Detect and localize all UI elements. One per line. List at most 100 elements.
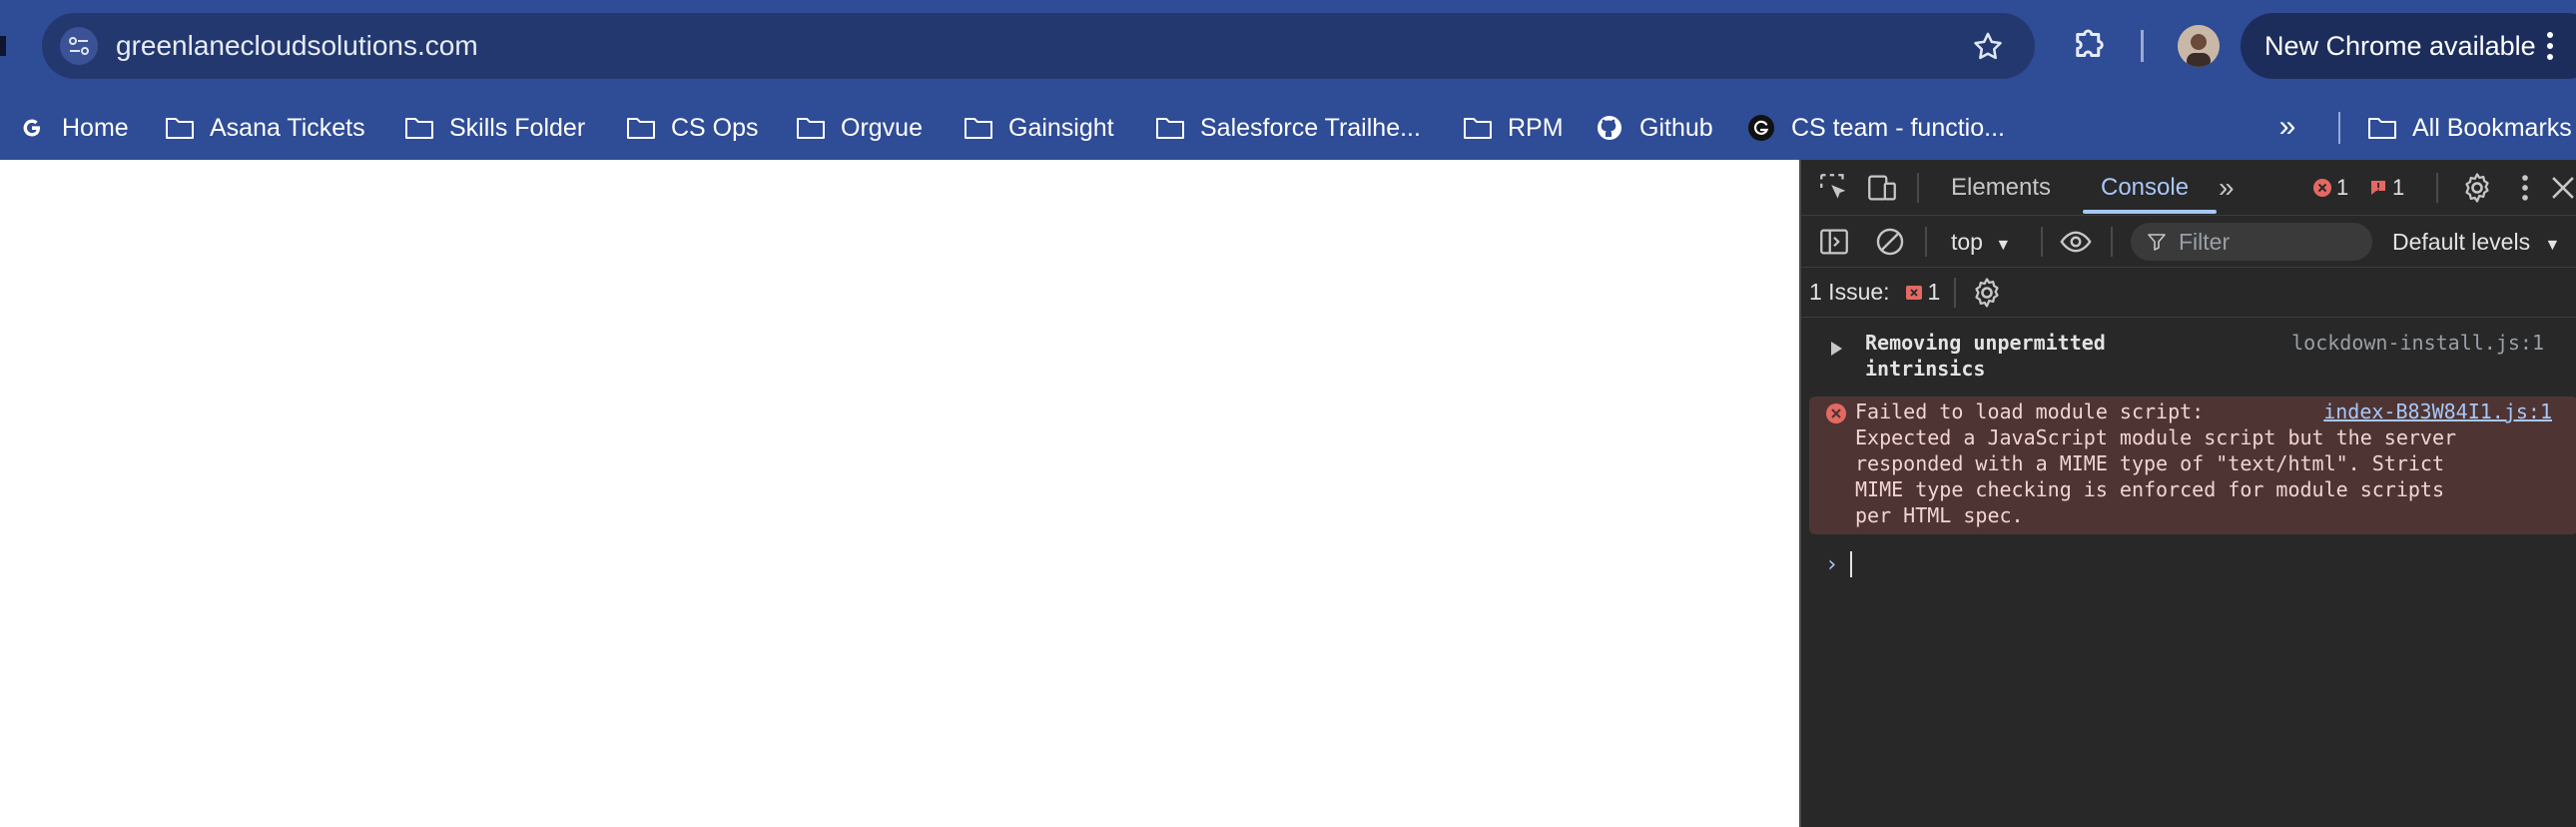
bookmark-label: Gainsight <box>1008 113 1114 142</box>
bookmark-label: Orgvue <box>841 113 923 142</box>
chevron-down-icon: ▼ <box>2544 237 2561 254</box>
site-info-icon[interactable] <box>60 27 98 65</box>
active-tab-indicator <box>2083 210 2217 214</box>
console-filter-bar: top ▼ Default levels ▼ <box>1801 216 2576 268</box>
issues-count-badge[interactable]: 1 <box>1904 279 1941 306</box>
folder-icon <box>797 118 825 139</box>
google-icon <box>23 119 40 137</box>
chrome-menu-icon[interactable] <box>2546 31 2554 61</box>
bookmark-label: Github <box>1639 113 1713 142</box>
folder-icon <box>1464 118 1492 139</box>
bookmark-orgvue[interactable]: Orgvue <box>795 96 923 160</box>
tab-strip-edge-icon <box>0 36 6 56</box>
github-icon <box>1598 116 1621 140</box>
folder-icon <box>405 118 433 139</box>
device-toolbar-icon[interactable] <box>1865 171 1899 205</box>
levels-label: Default levels <box>2392 229 2531 255</box>
devtools-separator <box>1925 227 1927 257</box>
warning-count-badge[interactable]: 1 <box>2368 174 2404 202</box>
bookmark-label: Salesforce Trailhe... <box>1200 113 1421 142</box>
toolbar-divider <box>2141 30 2144 62</box>
folder-icon <box>627 118 655 139</box>
show-sidebar-icon[interactable] <box>1817 225 1851 259</box>
bookmark-cs-ops[interactable]: CS Ops <box>625 96 759 160</box>
filter-field[interactable] <box>2131 223 2372 261</box>
url-text[interactable]: greenlanecloudsolutions.com <box>116 13 478 79</box>
profile-avatar[interactable] <box>2178 25 2220 67</box>
folder-icon <box>965 118 992 139</box>
devtools-separator <box>2041 227 2043 257</box>
issues-settings-gear-icon[interactable] <box>1970 276 2004 310</box>
bookmark-home[interactable]: Home <box>16 96 129 160</box>
log-levels-dropdown[interactable]: Default levels ▼ <box>2392 225 2560 259</box>
text-cursor <box>1850 551 1853 577</box>
devtools-separator <box>2436 173 2438 203</box>
bookmark-label: Skills Folder <box>449 113 586 142</box>
console-prompt[interactable]: › <box>1825 549 2564 579</box>
more-options-kebab-icon[interactable] <box>2508 171 2542 205</box>
bookmark-label: Home <box>62 113 129 142</box>
bookmark-label: CS Ops <box>671 113 759 142</box>
bookmark-skills-folder[interactable]: Skills Folder <box>403 96 585 160</box>
live-expression-eye-icon[interactable] <box>2059 225 2093 259</box>
devtools-separator <box>1917 173 1919 203</box>
all-bookmarks-label: All Bookmarks <box>2412 113 2572 142</box>
expand-triangle-icon[interactable] <box>1831 342 1842 356</box>
tab-console[interactable]: Console <box>2101 160 2189 216</box>
bookmark-gainsight[interactable]: Gainsight <box>963 96 1114 160</box>
inspect-element-icon[interactable] <box>1817 171 1851 205</box>
bookmarks-bar: Home Asana Tickets Skills Folder CS Ops … <box>0 96 2576 160</box>
issue-flag-icon <box>2371 181 2385 195</box>
filter-input[interactable] <box>2177 223 2366 261</box>
issues-label: 1 Issue: <box>1809 279 1890 305</box>
warning-count: 1 <box>2392 175 2405 200</box>
chrome-update-button[interactable]: New Chrome available <box>2241 13 2576 79</box>
bookmarks-overflow-chevron-icon[interactable]: » <box>2270 110 2304 144</box>
clear-console-icon[interactable] <box>1873 225 1907 259</box>
browser-toolbar: greenlanecloudsolutions.com New Chrome a… <box>0 0 2576 96</box>
extensions-puzzle-icon[interactable] <box>2069 24 2111 66</box>
page-content[interactable] <box>0 160 1799 827</box>
console-message-error[interactable]: Failed to load module script: Expected a… <box>1809 397 2576 534</box>
settings-gear-icon[interactable] <box>2460 171 2494 205</box>
message-source-link[interactable]: index-B83W84I1.js:1 <box>2323 399 2552 424</box>
bookmark-salesforce-trailhead[interactable]: Salesforce Trailhe... <box>1154 96 1421 160</box>
devtools-separator <box>2111 227 2113 257</box>
bookmarks-divider <box>2338 112 2340 144</box>
bookmark-label: CS team - functio... <box>1791 113 2005 142</box>
grammarly-icon <box>1748 115 1774 141</box>
tab-elements[interactable]: Elements <box>1951 160 2051 216</box>
devtools-separator <box>1954 277 1957 308</box>
bookmark-label: Asana Tickets <box>210 113 365 142</box>
more-tabs-chevron-icon[interactable]: » <box>2219 160 2235 216</box>
error-icon <box>1826 404 1846 423</box>
context-label: top <box>1951 229 1983 255</box>
bookmark-all-bookmarks[interactable]: All Bookmarks <box>2366 96 2572 160</box>
address-bar[interactable]: greenlanecloudsolutions.com <box>42 13 2035 79</box>
message-text: Removing unpermitted intrinsics <box>1865 331 2106 381</box>
error-count: 1 <box>2336 175 2349 200</box>
bookmark-rpm[interactable]: RPM <box>1462 96 1564 160</box>
devtools-panel: Elements Console » 1 1 top ▼ Filter Defa… <box>1799 160 2576 827</box>
bookmark-github[interactable]: Github <box>1594 96 1713 160</box>
folder-icon <box>1156 118 1184 139</box>
chevron-down-icon: ▼ <box>1995 237 2012 254</box>
issues-bar: 1 Issue: 1 <box>1801 268 2576 318</box>
bookmark-cs-team[interactable]: CS team - functio... <box>1745 96 2005 160</box>
message-source-link[interactable]: lockdown-install.js:1 <box>2291 330 2544 356</box>
bookmark-asana-tickets[interactable]: Asana Tickets <box>164 96 365 160</box>
console-message-info[interactable]: Removing unpermitted intrinsics lockdown… <box>1801 330 2576 390</box>
error-count-badge[interactable]: 1 <box>2312 174 2348 202</box>
bookmark-star-icon[interactable] <box>1971 30 2005 64</box>
devtools-tab-bar: Elements Console » 1 1 <box>1801 160 2576 216</box>
issues-count: 1 <box>1927 279 1941 305</box>
context-selector[interactable]: top ▼ <box>1951 225 2011 259</box>
folder-icon <box>2368 118 2396 139</box>
filter-funnel-icon <box>2148 234 2166 251</box>
issue-error-icon <box>1905 285 1922 300</box>
error-icon <box>2313 179 2331 197</box>
folder-icon <box>166 118 194 139</box>
close-devtools-icon[interactable] <box>2546 171 2576 205</box>
update-label: New Chrome available <box>2264 31 2536 61</box>
prompt-chevron-icon: › <box>1825 551 1839 577</box>
